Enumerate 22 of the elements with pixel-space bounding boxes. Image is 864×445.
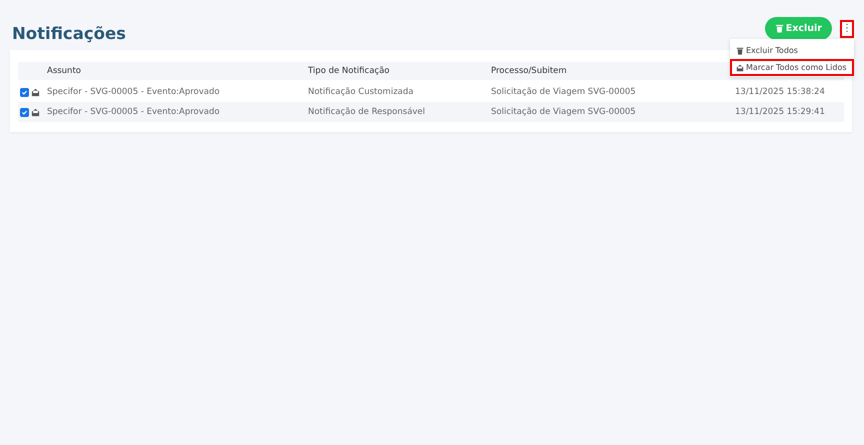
- table-cell-text: 13/11/2025 15:38:24: [735, 87, 826, 97]
- trash-icon: [736, 46, 744, 54]
- table-cell-text: Specifor - SVG-00005 - Evento:Aprovado: [47, 87, 221, 97]
- envelope-icon: [31, 88, 40, 96]
- table-cell-text: 13/11/2025 15:29:41: [735, 107, 826, 117]
- menu-item[interactable]: Marcar Todos como Lidos: [730, 59, 854, 76]
- more-options-button[interactable]: ⋮: [840, 20, 854, 38]
- table-cell-text: Notificação de Responsável: [308, 107, 426, 117]
- envelope-icon: [31, 108, 40, 116]
- table-cell-text: Notificação Customizada: [308, 87, 414, 97]
- column-header: Assunto: [47, 66, 82, 76]
- table-cell-text: Solicitação de Viagem SVG-00005: [491, 107, 637, 117]
- row-checkbox[interactable]: [20, 88, 29, 96]
- table-cell-text: Solicitação de Viagem SVG-00005: [491, 87, 637, 97]
- trash-icon: [774, 24, 784, 33]
- column-header: Processo/Subitem: [491, 66, 568, 76]
- column-header: Tipo de Notificação: [308, 66, 390, 76]
- row-checkbox[interactable]: [20, 108, 29, 116]
- page-title: Notificações: [12, 24, 126, 43]
- table-cell-text: Specifor - SVG-00005 - Evento:Aprovado: [47, 107, 221, 117]
- menu-item[interactable]: Excluir Todos: [730, 42, 854, 59]
- envelope-icon: [736, 64, 744, 72]
